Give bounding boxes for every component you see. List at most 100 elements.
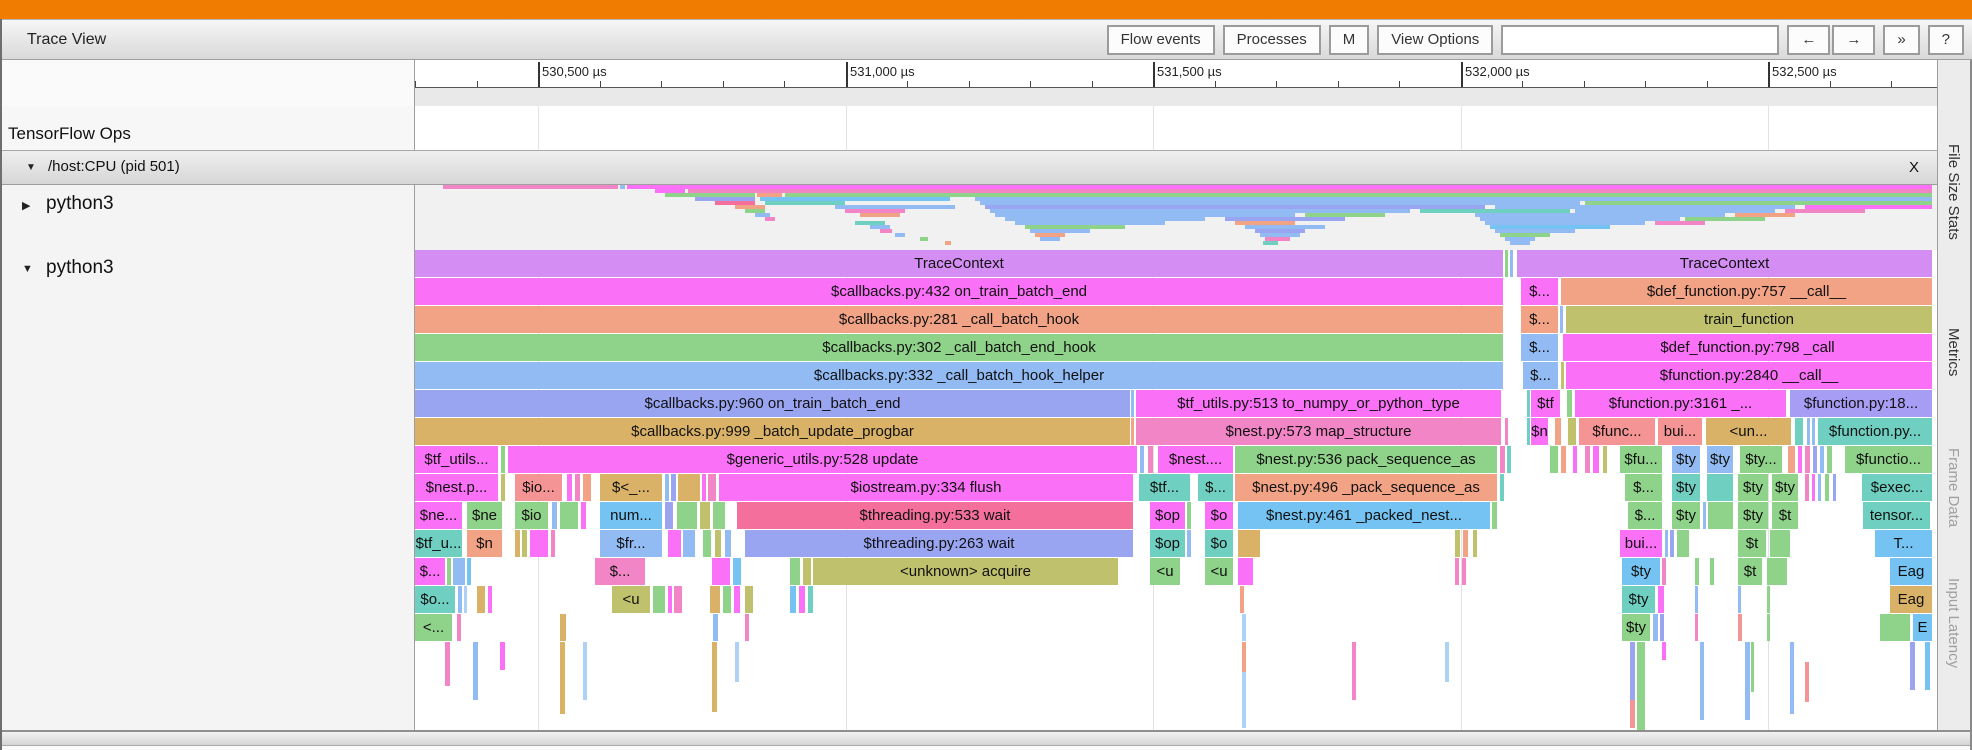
flame-bar[interactable]: [1700, 642, 1704, 720]
toolbar-button-view-options[interactable]: View Options: [1377, 24, 1494, 55]
flame-bar[interactable]: [1788, 446, 1795, 473]
flame-bar[interactable]: $...: [1625, 474, 1662, 501]
flame-bar[interactable]: <unknown> acquire: [813, 558, 1118, 585]
flame-bar[interactable]: [1767, 586, 1770, 613]
flame-bar[interactable]: [674, 586, 682, 613]
flame-bar[interactable]: [1770, 530, 1790, 557]
flame-bar[interactable]: [1637, 642, 1645, 730]
flame-bar[interactable]: [1665, 530, 1668, 557]
flame-bar[interactable]: $tf_utils...: [415, 446, 498, 473]
collapse-arrow-icon[interactable]: ▼: [22, 263, 33, 275]
flame-bar[interactable]: $...: [1521, 278, 1558, 305]
flame-bar[interactable]: [583, 474, 591, 501]
flame-bar[interactable]: <un...: [1706, 418, 1791, 445]
flame-bar[interactable]: $tf...: [1139, 474, 1190, 501]
flame-bar[interactable]: [1767, 558, 1787, 585]
flame-bar[interactable]: $callbacks.py:332 _call_batch_hook_helpe…: [415, 362, 1503, 389]
flame-bar[interactable]: [1658, 586, 1664, 613]
flame-bar[interactable]: [677, 502, 697, 529]
flame-bar[interactable]: $nest.p...: [415, 474, 498, 501]
flame-bar[interactable]: [1455, 530, 1460, 557]
flame-bar[interactable]: [464, 586, 467, 613]
flame-bar[interactable]: [1880, 614, 1910, 641]
flame-bar[interactable]: $fu...: [1620, 446, 1662, 473]
flame-bar[interactable]: $...: [1628, 502, 1662, 529]
flame-bar[interactable]: [1148, 446, 1153, 473]
tab-input-latency[interactable]: Input Latency: [1945, 578, 1962, 668]
flame-bar[interactable]: $ty...: [1740, 446, 1782, 473]
flame-bar[interactable]: [1745, 642, 1750, 720]
flame-bar[interactable]: [713, 502, 725, 529]
flame-bar[interactable]: [1767, 614, 1770, 641]
flame-bar[interactable]: $fr...: [600, 530, 662, 557]
flame-bar[interactable]: [1805, 446, 1810, 473]
flame-bar[interactable]: [790, 558, 800, 585]
flame-bar[interactable]: [1660, 614, 1664, 641]
flame-bar[interactable]: [1505, 418, 1508, 445]
flame-bar[interactable]: [581, 502, 586, 529]
flame-bar[interactable]: [1500, 474, 1504, 501]
flame-bar[interactable]: <u: [612, 586, 650, 613]
flame-bar[interactable]: [1707, 474, 1733, 501]
flame-bar[interactable]: $tf_utils.py:513 to_numpy_or_python_type: [1136, 390, 1501, 417]
flame-bar[interactable]: [1833, 474, 1836, 501]
flame-bar[interactable]: $...: [1523, 362, 1558, 389]
flame-bar[interactable]: [1813, 446, 1817, 473]
flame-bar[interactable]: $def_function.py:757 __call__: [1561, 278, 1932, 305]
flame-bar[interactable]: [1662, 558, 1666, 585]
flame-bar[interactable]: [703, 530, 711, 557]
flame-bar[interactable]: [1140, 446, 1144, 473]
flame-bar[interactable]: [1242, 642, 1246, 672]
flame-bar[interactable]: [745, 586, 753, 613]
flame-bar[interactable]: [551, 530, 555, 557]
flame-bar[interactable]: [1242, 672, 1246, 728]
flame-bar[interactable]: [1462, 558, 1466, 585]
flame-bar[interactable]: [1561, 362, 1564, 389]
flame-bar[interactable]: [1527, 390, 1530, 417]
flame-bar[interactable]: train_function: [1566, 306, 1932, 333]
toolbar-button-flow-events[interactable]: Flow events: [1106, 24, 1215, 55]
flame-bar[interactable]: [668, 586, 672, 613]
flame-bar[interactable]: [467, 558, 471, 585]
flame-bar[interactable]: [1455, 558, 1459, 585]
toolbar-button-m[interactable]: M: [1328, 24, 1370, 55]
flame-bar[interactable]: $nest.py:461 _packed_nest...: [1238, 502, 1490, 529]
flame-bar[interactable]: $tf_u...: [415, 530, 462, 557]
flame-bar[interactable]: [790, 586, 796, 613]
flame-bar[interactable]: $ne...: [415, 502, 462, 529]
help-button[interactable]: ?: [1927, 24, 1964, 55]
flame-bar[interactable]: [702, 474, 706, 501]
flame-bar[interactable]: [1695, 558, 1699, 585]
flame-bar[interactable]: [477, 586, 485, 613]
device-header-bar[interactable]: ▼ /host:CPU (pid 501) X: [0, 150, 1937, 185]
flame-bar[interactable]: $o...: [415, 586, 455, 613]
flame-bar[interactable]: [700, 502, 710, 529]
flame-bar[interactable]: [1500, 446, 1505, 473]
flame-bar[interactable]: [445, 642, 450, 686]
flame-bar[interactable]: [671, 474, 676, 501]
flame-bar[interactable]: [1187, 502, 1191, 529]
flame-bar[interactable]: $threading.py:533 wait: [737, 502, 1133, 529]
flame-bar[interactable]: [1242, 614, 1246, 641]
flame-bar[interactable]: [712, 642, 717, 712]
flame-bar[interactable]: bui...: [1620, 530, 1662, 557]
flame-bar[interactable]: $n: [1531, 418, 1548, 445]
flame-bar[interactable]: [678, 474, 700, 501]
flame-bar[interactable]: [799, 586, 805, 613]
flame-bar[interactable]: [808, 586, 813, 613]
search-input[interactable]: [1501, 24, 1780, 55]
toolbar-button-processes[interactable]: Processes: [1222, 24, 1321, 55]
flame-bar[interactable]: tensor...: [1863, 502, 1930, 529]
flame-bar[interactable]: [1910, 642, 1915, 690]
flame-bar[interactable]: [1445, 642, 1449, 682]
flame-bar[interactable]: T...: [1875, 530, 1932, 557]
flame-bar[interactable]: [1695, 614, 1698, 641]
flame-bar[interactable]: [560, 614, 566, 641]
flame-bar[interactable]: [665, 474, 669, 501]
flame-bar[interactable]: $...: [415, 558, 445, 585]
flame-bar[interactable]: [1630, 642, 1635, 700]
flame-bar[interactable]: $func...: [1579, 418, 1655, 445]
flame-bar[interactable]: $io: [515, 502, 548, 529]
flame-bar[interactable]: $function.py:18...: [1790, 390, 1932, 417]
flame-bar[interactable]: [1662, 642, 1666, 660]
